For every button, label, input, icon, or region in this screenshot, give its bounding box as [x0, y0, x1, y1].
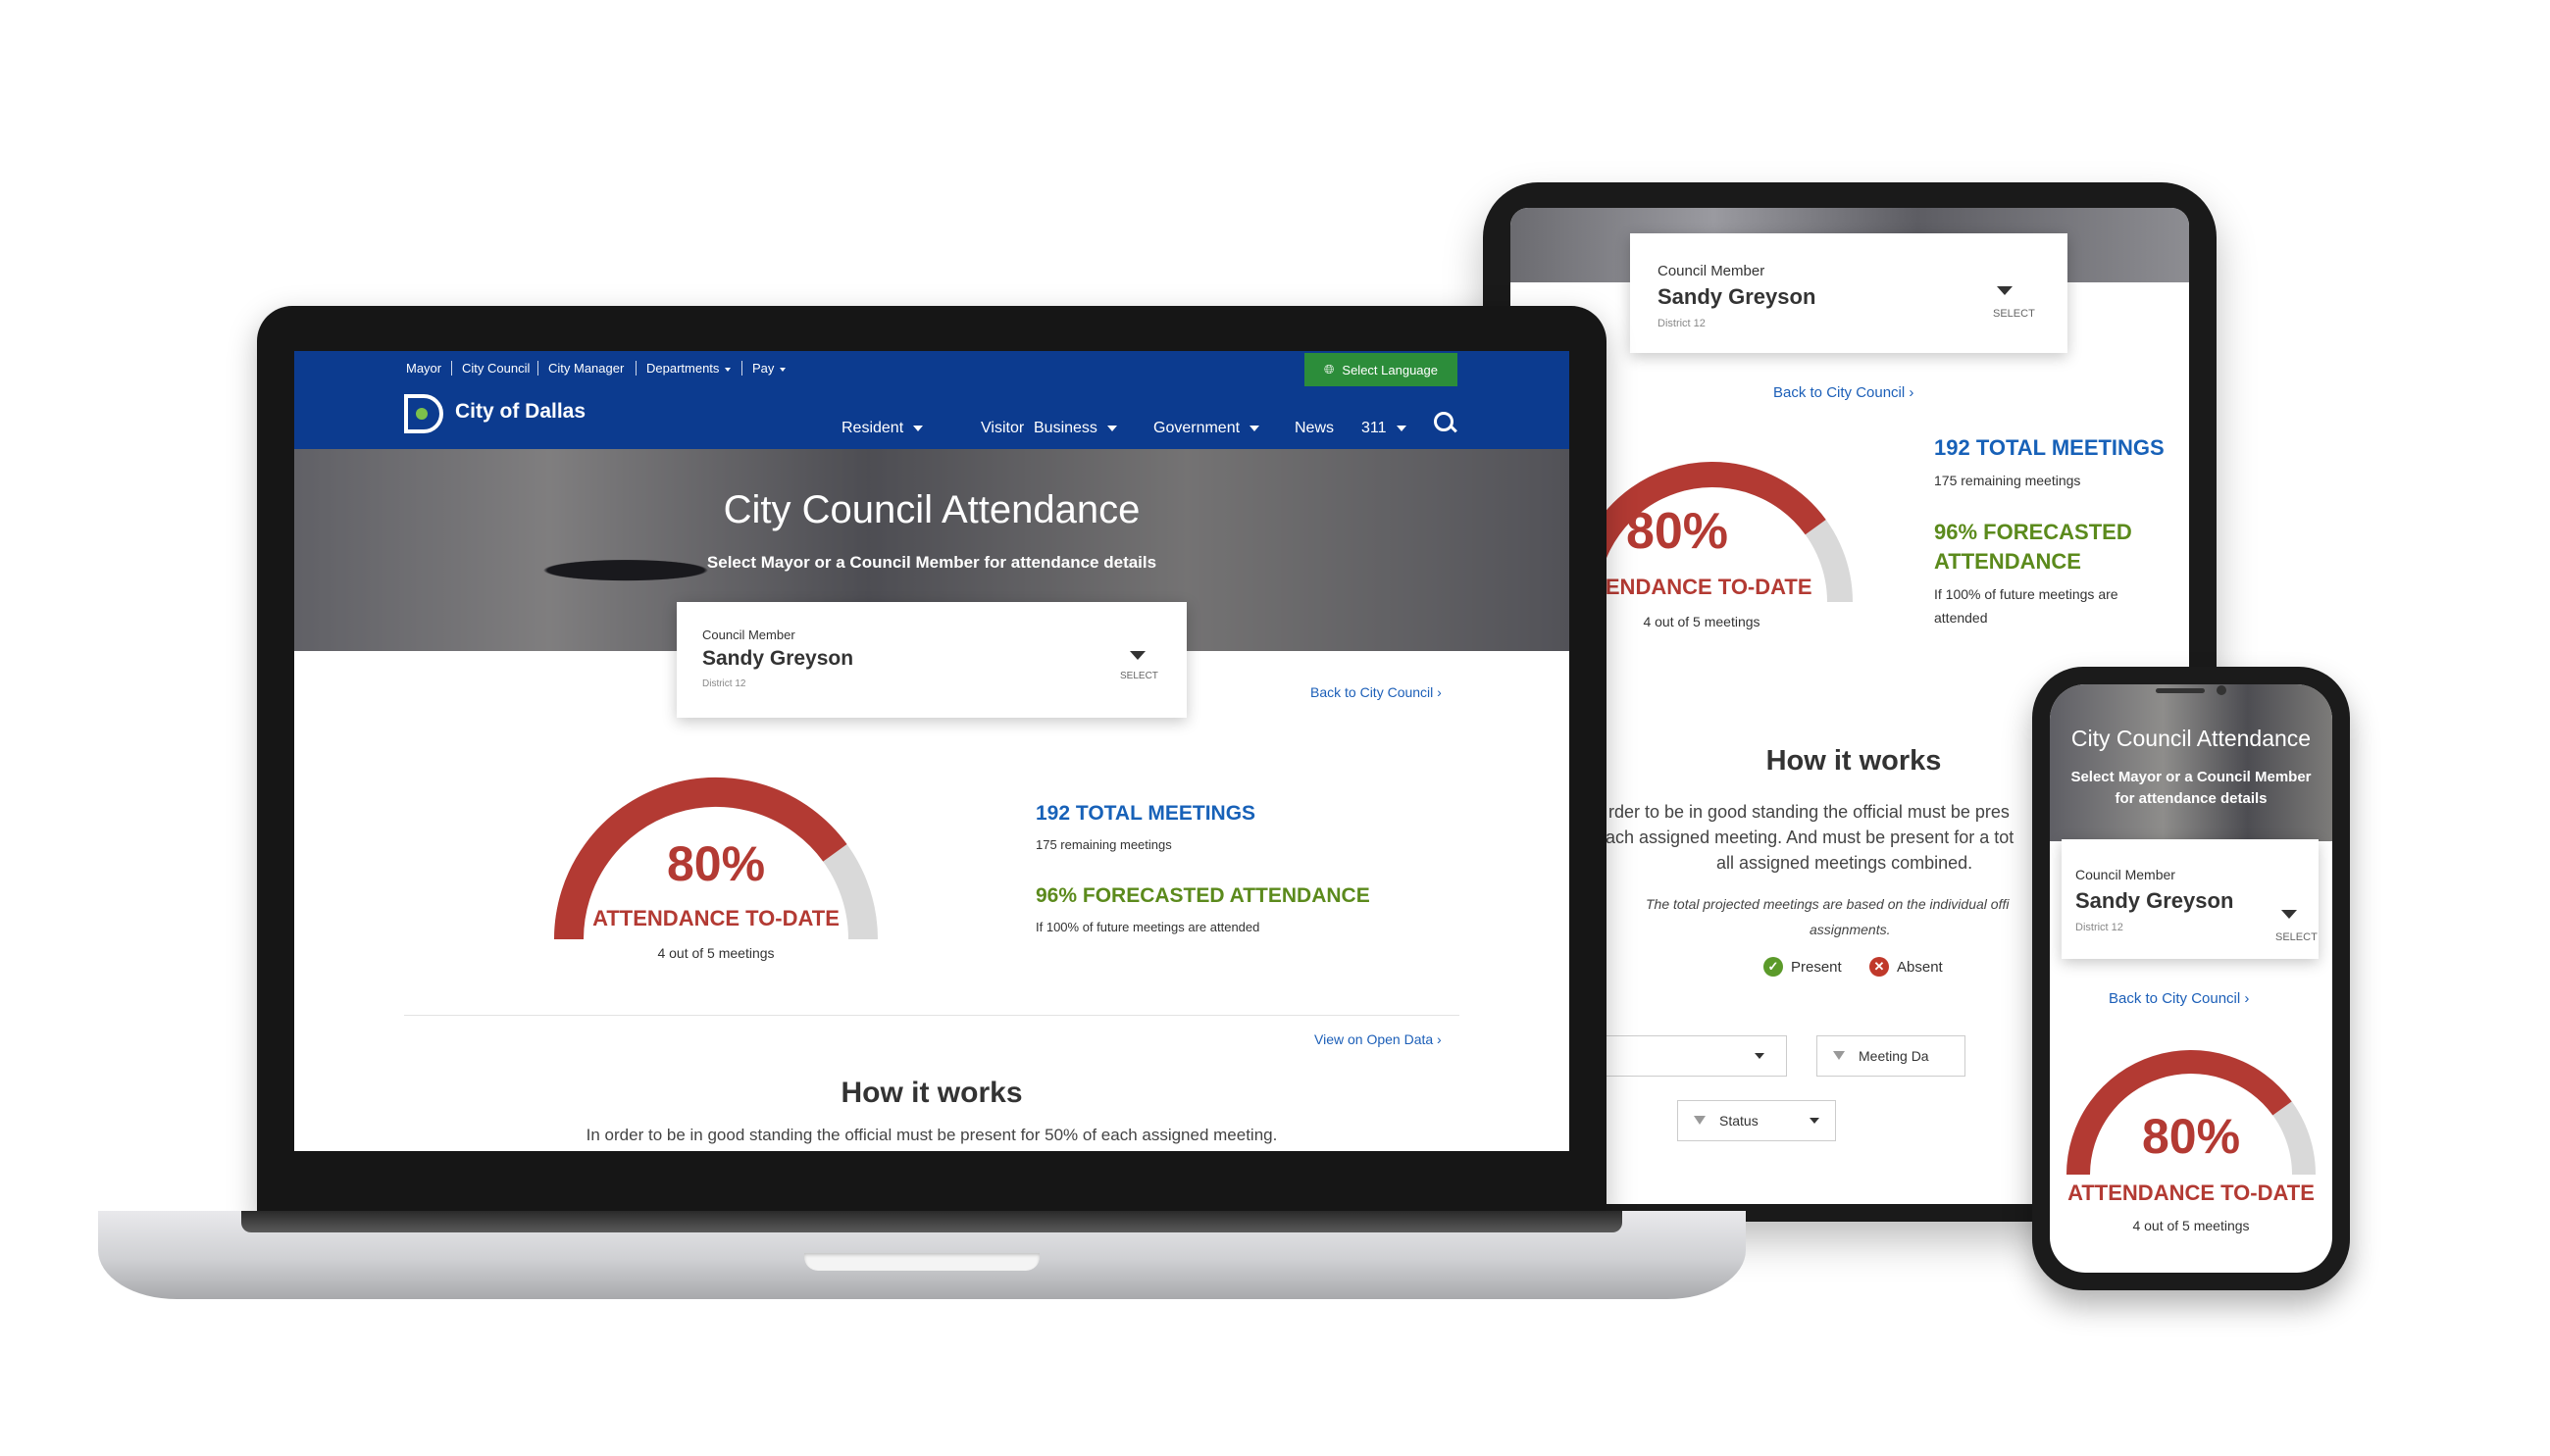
attendance-label: ATTENDANCE TO-DATE — [592, 906, 840, 930]
member-district: District 12 — [702, 678, 746, 689]
total-meetings: 192 TOTAL MEETINGS — [1036, 802, 1256, 825]
member-district: District 12 — [2075, 922, 2123, 933]
back-to-council-link[interactable]: Back to City Council › — [1773, 384, 1913, 401]
member-name: Sandy Greyson — [2075, 888, 2234, 913]
legend-absent: Absent — [1897, 959, 1943, 976]
forecast-note-line2: attended — [1934, 610, 1988, 626]
utility-link-pay[interactable]: Pay — [741, 361, 795, 376]
phone-hero-image — [2050, 684, 2332, 841]
nav-311[interactable]: 311 — [1361, 420, 1406, 437]
page-subtitle: Select Mayor or a Council Member for att… — [706, 553, 1157, 572]
laptop-screen: Mayor City Council City Manager Departme… — [294, 351, 1569, 1151]
section-divider — [404, 1015, 1459, 1016]
member-card-label: Council Member — [1658, 263, 1765, 279]
how-text: In order to be in good standing the offi… — [586, 1126, 1278, 1144]
nav-government[interactable]: Government — [1153, 420, 1260, 437]
chevron-down-icon — [1810, 1118, 1819, 1124]
laptop-hinge — [241, 1211, 1622, 1232]
forecast-attendance: 96% FORECASTED ATTENDANCE — [1036, 884, 1370, 907]
forecast-line2: ATTENDANCE — [1934, 549, 2081, 574]
phone-page-title: City Council Attendance — [2070, 726, 2312, 751]
attendance-label: ATTENDANCE TO-DATE — [2067, 1180, 2315, 1205]
filter-icon — [1694, 1116, 1706, 1125]
utility-link-departments[interactable]: Departments — [636, 361, 740, 376]
filter-icon — [1833, 1051, 1845, 1060]
nav-business[interactable]: Business — [1034, 420, 1117, 437]
meeting-date-filter[interactable]: Meeting Da — [1816, 1035, 1965, 1077]
select-language-button[interactable]: 🌐︎ Select Language — [1304, 353, 1457, 386]
chevron-down-icon — [1130, 651, 1146, 660]
phone-screen: City Council Attendance Select Mayor or … — [2050, 684, 2332, 1273]
site-brand[interactable]: City of Dallas — [455, 400, 586, 424]
search-icon[interactable] — [1434, 412, 1454, 431]
how-it-works-title: How it works — [841, 1077, 1023, 1109]
member-district: District 12 — [1658, 318, 1706, 329]
attendance-label: TTENDANCE TO-DATE — [1579, 575, 1812, 599]
forecast-note: If 100% of future meetings are attended — [1036, 920, 1260, 934]
total-meetings: 192 TOTAL MEETINGS — [1934, 435, 2165, 460]
member-selector[interactable]: Council Member Sandy Greyson District 12… — [677, 602, 1187, 718]
language-label: Select Language — [1342, 362, 1438, 377]
member-card-label: Council Member — [702, 628, 795, 642]
chevron-down-icon — [1755, 1053, 1764, 1059]
back-to-council-link[interactable]: Back to City Council › — [1310, 684, 1442, 700]
nav-news[interactable]: News — [1295, 420, 1334, 437]
attendance-percent: 80% — [666, 836, 766, 891]
meeting-date-label: Meeting Da — [1859, 1048, 1929, 1064]
phone-member-selector[interactable]: Council Member Sandy Greyson District 12… — [2062, 839, 2319, 959]
select-label: SELECT — [2275, 931, 2318, 943]
present-check-icon: ✓ — [1763, 957, 1783, 977]
select-label: SELECT — [1120, 671, 1158, 681]
tablet-member-selector[interactable]: Council Member Sandy Greyson District 12… — [1630, 233, 2067, 353]
phone-speaker — [2156, 688, 2205, 693]
attendance-detail: 4 out of 5 meetings — [657, 945, 775, 961]
status-filter[interactable]: Status — [1677, 1100, 1836, 1141]
utility-link-city-manager[interactable]: City Manager — [537, 361, 634, 376]
open-data-link[interactable]: View on Open Data › — [1314, 1031, 1442, 1047]
page-title: City Council Attendance — [723, 488, 1141, 531]
legend-present: Present — [1791, 959, 1842, 976]
chevron-down-icon — [2281, 910, 2297, 919]
chevron-down-icon — [1997, 286, 2013, 295]
attendance-detail: 4 out of 5 meetings — [2132, 1218, 2250, 1233]
attendance-percent: 80% — [2141, 1109, 2241, 1164]
utility-link-city-council[interactable]: City Council — [451, 361, 539, 376]
utility-link-mayor[interactable]: Mayor — [396, 361, 451, 376]
nav-visitor[interactable]: Visitor — [981, 420, 1024, 437]
nav-resident[interactable]: Resident — [842, 420, 924, 437]
phone-subtitle-line1: Select Mayor or a Council Member — [2070, 769, 2312, 785]
laptop-trackpad-notch — [804, 1253, 1040, 1271]
attendance-detail: 4 out of 5 meetings — [1643, 614, 1760, 629]
member-card-label: Council Member — [2075, 867, 2175, 882]
select-label: SELECT — [1993, 308, 2035, 320]
how-it-works-title: How it works — [1765, 745, 1942, 777]
remaining-meetings: 175 remaining meetings — [1934, 473, 2081, 488]
phone-camera — [2217, 685, 2226, 695]
forecast-note-line1: If 100% of future meetings are — [1934, 586, 2118, 602]
globe-icon: 🌐︎ — [1324, 362, 1335, 377]
back-to-council-link[interactable]: Back to City Council › — [2109, 990, 2249, 1007]
member-name: Sandy Greyson — [702, 647, 854, 670]
member-name: Sandy Greyson — [1658, 284, 1816, 309]
status-label: Status — [1719, 1113, 1759, 1129]
city-logo-icon[interactable] — [404, 394, 443, 433]
forecast-line1: 96% FORECASTED — [1934, 520, 2132, 544]
absent-x-icon: ✕ — [1869, 957, 1889, 977]
remaining-meetings: 175 remaining meetings — [1036, 837, 1172, 852]
phone-subtitle-line2: for attendance details — [2115, 790, 2268, 807]
